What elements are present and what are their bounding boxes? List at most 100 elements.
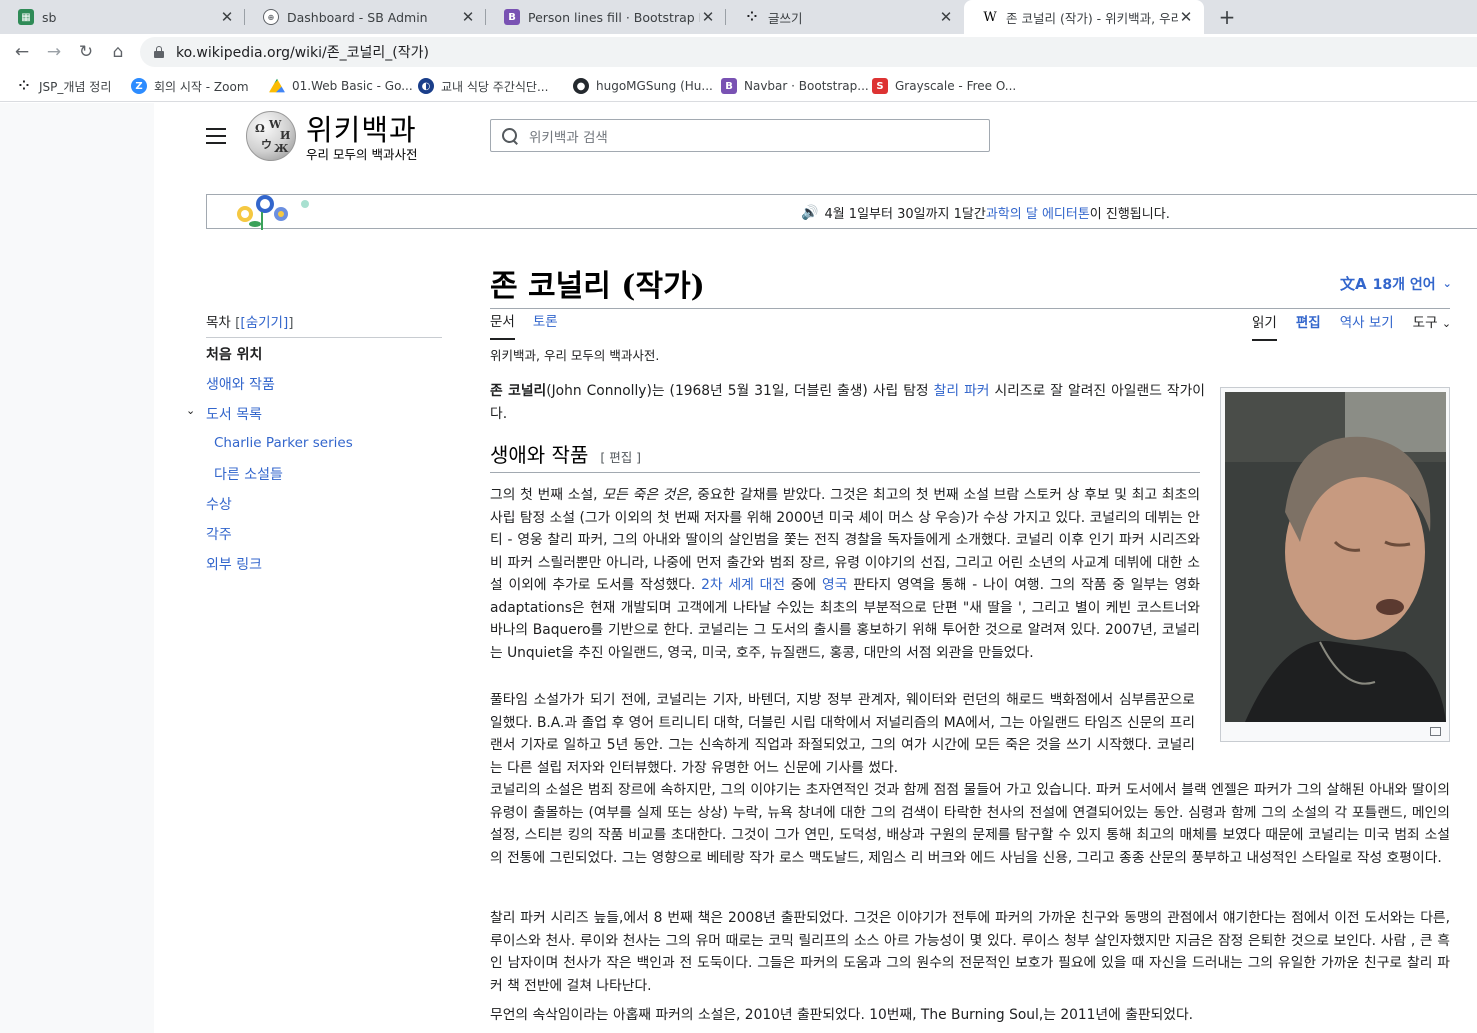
wiki-tagline: 우리 모두의 백과사전 <box>306 147 418 162</box>
table-of-contents: 목차 [[숨기기]] 처음 위치 생애와 작품 ⌄ 도서 목록 Charlie … <box>186 311 442 573</box>
site-subtitle: 위키백과, 우리 모두의 백과사전. <box>490 348 660 363</box>
bookmark-label: JSP_개념 정리 <box>39 79 112 94</box>
toc-item[interactable]: 생애와 작품 <box>206 374 275 394</box>
close-icon[interactable]: ✕ <box>938 8 954 26</box>
browser-tab[interactable]: ⁘ 글쓰기 ✕ <box>726 0 964 34</box>
close-icon[interactable]: ✕ <box>219 8 235 26</box>
title-divider <box>490 308 1450 309</box>
bootstrap-icon: B <box>721 78 737 94</box>
school-icon: ◐ <box>418 78 434 94</box>
browser-tab[interactable]: ⊕ Dashboard - SB Admin ✕ <box>245 0 486 34</box>
tab-title: 존 코널리 (작가) - 위키백과, 우리 <box>1006 10 1178 26</box>
section-edit-link[interactable]: [ 편집 ] <box>600 447 641 470</box>
article-link[interactable]: 찰리 파커 <box>934 383 990 399</box>
bookmark-label: Grayscale - Free O... <box>895 79 1017 93</box>
browser-tab[interactable]: B Person lines fill · Bootstrap Icon ✕ <box>486 0 726 34</box>
enlarge-icon[interactable] <box>1430 727 1441 736</box>
intro-paragraph: 존 코널리(John Connolly)는 (1968년 5월 31일, 더블린… <box>490 380 1205 425</box>
page-gutter <box>0 103 154 1033</box>
bookmark-label: 회의 시작 - Zoom <box>154 79 249 94</box>
chevron-down-icon[interactable]: ⌄ <box>186 404 195 417</box>
zoom-icon: Z <box>131 78 147 94</box>
toc-item[interactable]: ⌄ 도서 목록 <box>186 404 262 424</box>
wiki-wordmark[interactable]: 위키백과 <box>306 107 417 149</box>
paragraph: 풀타임 소설가가 되기 전에, 코널리는 기자, 바텐더, 지방 정부 관계자,… <box>490 692 1195 776</box>
bookmark-item[interactable]: ◐ 교내 식당 주간식단... <box>418 76 548 96</box>
dots-icon: ⁘ <box>18 78 30 94</box>
bookmarks-bar: ⁘ JSP_개념 정리 Z 회의 시작 - Zoom 01.Web Basic … <box>0 70 1477 102</box>
toc-title: 목차 <box>206 315 231 331</box>
search-input[interactable]: 위키백과 검색 <box>490 119 990 152</box>
close-icon[interactable]: ✕ <box>700 8 716 26</box>
translate-icon: 文A <box>1340 275 1367 293</box>
site-notice-banner: 🔊 4월 1일부터 30일까지 1달간 과학의 달 에디터톤 이 진행됩니다. <box>206 194 1477 230</box>
toc-subitem[interactable]: Charlie Parker series <box>214 435 353 451</box>
author-photo-illustration <box>1225 392 1446 722</box>
forward-arrow-icon[interactable]: → <box>42 40 66 64</box>
text: 그의 첫 번째 소설, <box>490 487 603 503</box>
bookmark-item[interactable]: 01.Web Basic - Go... <box>269 76 413 96</box>
address-bar[interactable]: ko.wikipedia.org/wiki/존_코널리_(작가) <box>140 37 1477 67</box>
new-tab-button[interactable]: + <box>1214 4 1240 30</box>
tab-edit[interactable]: 편집 <box>1296 311 1321 341</box>
namespace-tabs: 문서 토론 <box>490 310 558 340</box>
editathon-link[interactable]: 과학의 달 에디터톤 <box>986 203 1090 222</box>
tools-dropdown[interactable]: 도구 ⌄ <box>1413 311 1451 341</box>
section-title: 생애와 작품 <box>490 443 589 467</box>
paragraph: 그의 첫 번째 소설, 모든 죽은 것은, 중요한 갈채를 받았다. 그것은 최… <box>490 484 1200 664</box>
bookmark-item[interactable]: ⁘ JSP_개념 정리 <box>16 76 112 96</box>
tab-article[interactable]: 문서 <box>490 310 515 340</box>
bookmark-item[interactable]: B Navbar · Bootstrap... <box>721 76 869 96</box>
bookmark-label: 01.Web Basic - Go... <box>292 79 413 93</box>
book-title: 모든 죽은 것은 <box>602 487 689 503</box>
language-count: 18개 언어 <box>1372 276 1436 293</box>
bookmark-label: 교내 식당 주간식단... <box>441 79 549 94</box>
home-icon[interactable]: ⌂ <box>106 40 130 64</box>
tools-label: 도구 <box>1412 315 1438 331</box>
flower-illustration-icon <box>237 195 309 230</box>
main-menu-icon[interactable] <box>206 128 226 144</box>
drive-icon <box>269 78 285 93</box>
close-icon[interactable]: ✕ <box>1178 8 1194 26</box>
notice-text: 이 진행됩니다. <box>1089 207 1170 222</box>
github-icon: ● <box>573 78 589 94</box>
dots-icon: ⁘ <box>746 9 758 25</box>
browser-tab[interactable]: ▦ sb ✕ <box>0 0 245 34</box>
reload-icon[interactable]: ↻ <box>74 40 98 64</box>
wikipedia-logo-icon[interactable]: ΩW Иウ Ж <box>246 111 296 161</box>
browser-tab-strip: ▦ sb ✕ ⊕ Dashboard - SB Admin ✕ B Person… <box>0 0 1477 34</box>
browser-tab-active[interactable]: W 존 코널리 (작가) - 위키백과, 우리 ✕ <box>964 0 1204 34</box>
toc-item[interactable]: 수상 <box>206 494 232 514</box>
toc-hide-toggle[interactable]: [[숨기기]] <box>235 315 293 331</box>
close-icon[interactable]: ✕ <box>460 8 476 26</box>
site-notice-text: 🔊 4월 1일부터 30일까지 1달간 과학의 달 에디터톤 이 진행됩니다. <box>801 203 1170 223</box>
url-text: ko.wikipedia.org/wiki/존_코널리_(작가) <box>176 45 429 61</box>
bookmark-item[interactable]: Z 회의 시작 - Zoom <box>131 76 249 96</box>
wiki-page: ΩW Иウ Ж 위키백과 우리 모두의 백과사전 위키백과 검색 🔊 4월 1일… <box>154 103 1477 1033</box>
toc-item-label: 도서 목록 <box>206 407 262 423</box>
chevron-down-icon: ⌄ <box>1441 317 1452 330</box>
back-arrow-icon[interactable]: ← <box>10 40 34 64</box>
page-title: 존 코널리 (작가) <box>490 269 705 304</box>
tab-title: 글쓰기 <box>768 10 803 26</box>
toc-item[interactable]: 각주 <box>206 524 232 544</box>
infobox-thumbnail <box>1220 387 1450 742</box>
bookmark-item[interactable]: S Grayscale - Free O... <box>872 76 1016 96</box>
article-link[interactable]: 영국 <box>822 577 847 593</box>
language-button[interactable]: 文A 18개 언어 ⌄ <box>1340 273 1452 294</box>
tab-talk[interactable]: 토론 <box>533 310 558 340</box>
sb-favicon-icon: ▦ <box>18 9 34 25</box>
tab-history[interactable]: 역사 보기 <box>1340 311 1394 341</box>
tab-read[interactable]: 읽기 <box>1252 311 1277 341</box>
toc-item[interactable]: 외부 링크 <box>206 554 262 574</box>
toc-header: 목차 [[숨기기]] <box>206 311 442 338</box>
tab-title: Person lines fill · Bootstrap Icon <box>528 9 700 25</box>
toc-item-top[interactable]: 처음 위치 <box>206 344 262 364</box>
bookmark-item[interactable]: ● hugoMGSung (Hu... <box>573 76 713 96</box>
author-photo[interactable] <box>1225 392 1446 722</box>
section-heading: 생애와 작품 [ 편집 ] <box>490 444 1200 473</box>
paragraph: 무언의 속삭임이라는 아홉째 파커의 소설은, 2010년 출판되었다. 10번… <box>490 1007 1194 1023</box>
toc-subitem[interactable]: 다른 소설들 <box>214 464 283 484</box>
article-link[interactable]: 2차 세계 대전 <box>701 577 785 593</box>
toc-hide-label: [숨기기] <box>240 315 289 331</box>
